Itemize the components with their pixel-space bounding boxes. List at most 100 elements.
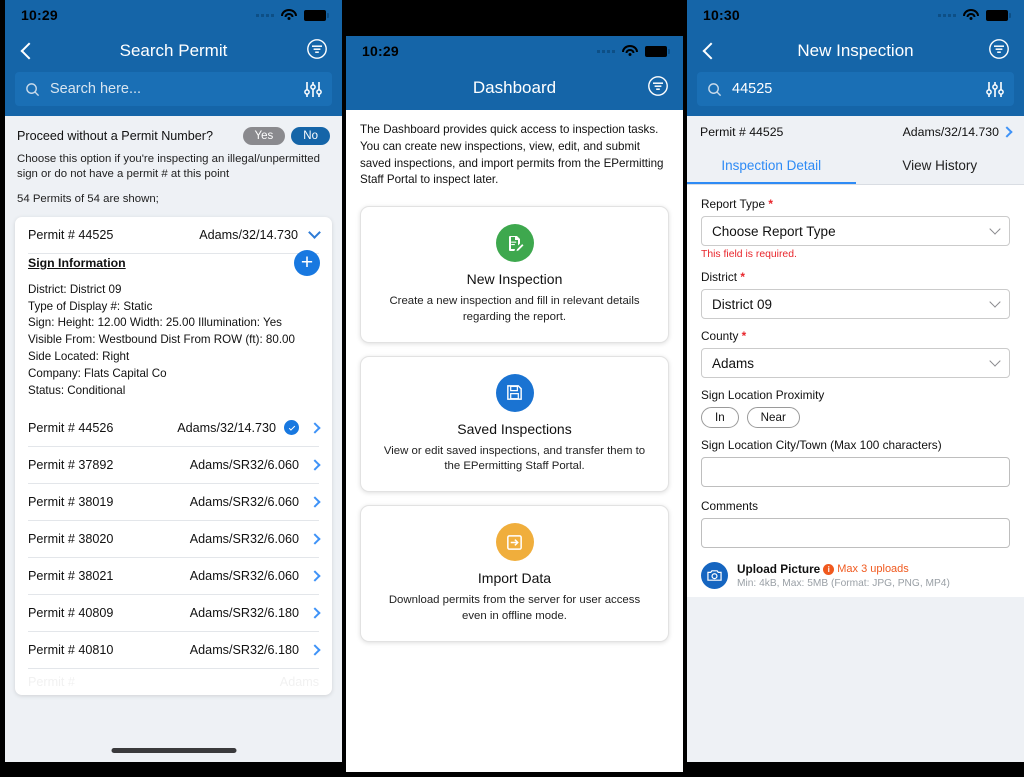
upload-constraints: Min: 4kB, Max: 5MB (Format: JPG, PNG, MP… <box>737 578 950 589</box>
import-data-icon <box>495 523 534 562</box>
permit-number: Permit # 38019 <box>28 495 114 510</box>
permit-count-text: 54 Permits of 54 are shown; <box>17 192 159 205</box>
back-icon[interactable] <box>702 42 720 60</box>
tab-inspection-detail[interactable]: Inspection Detail <box>687 148 856 184</box>
sliders-icon[interactable] <box>304 81 322 98</box>
table-row[interactable]: Permit # 38020 Adams/SR32/6.060 <box>15 521 332 557</box>
battery-icon <box>645 45 670 57</box>
upload-title: Upload Picture <box>737 562 821 576</box>
district-select[interactable]: District 09 <box>701 289 1010 319</box>
sliders-icon[interactable] <box>986 81 1004 98</box>
sign-information-detail: + Sign Information District: District 09… <box>15 249 332 410</box>
card-new-inspection[interactable]: New Inspection Create a new inspection a… <box>360 206 669 343</box>
status-icons <box>938 9 1011 21</box>
chevron-right-icon[interactable] <box>309 607 321 620</box>
card-import-data[interactable]: Import Data Download permits from the se… <box>360 505 669 642</box>
upload-picture-row[interactable]: Upload Picture i Max 3 uploads Min: 4kB,… <box>701 562 1010 589</box>
upload-title-row: Upload Picture i Max 3 uploads <box>737 562 950 576</box>
permit-number: Permit # 44526 <box>28 420 114 435</box>
status-bar: 10:30 <box>687 0 1024 30</box>
permit-number: Permit # 38020 <box>28 532 114 547</box>
status-icons <box>597 45 670 57</box>
proceed-without-permit-notice: Proceed without a Permit Number? Yes No … <box>5 116 342 213</box>
home-indicator <box>111 748 236 753</box>
filter-circle-icon[interactable] <box>988 38 1010 65</box>
required-marker: * <box>740 270 745 284</box>
table-row[interactable]: Permit # 38021 Adams/SR32/6.060 <box>15 558 332 594</box>
county-select[interactable]: Adams <box>701 348 1010 378</box>
city-town-label: Sign Location City/Town (Max 100 charact… <box>701 438 942 452</box>
back-icon[interactable] <box>20 42 38 60</box>
nav-bar: Dashboard <box>346 66 683 110</box>
inspection-form: Report Type * Choose Report Type This fi… <box>687 185 1024 597</box>
status-icons <box>256 9 329 21</box>
no-button[interactable]: No <box>291 127 330 145</box>
permit-location: Adams/32/14.730 <box>902 125 999 139</box>
card-description: Create a new inspection and fill in rele… <box>389 295 640 323</box>
chevron-down-icon[interactable] <box>308 226 321 240</box>
notice-row: Proceed without a Permit Number? Yes No <box>17 127 330 145</box>
selected-permit-strip[interactable]: Permit # 44525 Adams/32/14.730 <box>687 116 1024 148</box>
table-row[interactable]: Permit # 38019 Adams/SR32/6.060 <box>15 484 332 520</box>
filter-circle-icon[interactable] <box>306 38 328 65</box>
yes-button[interactable]: Yes <box>242 127 286 145</box>
report-type-error: This field is required. <box>701 249 797 260</box>
card-saved-inspections[interactable]: Saved Inspections View or edit saved ins… <box>360 355 669 493</box>
table-row[interactable]: Permit # 40809 Adams/SR32/6.180 <box>15 595 332 631</box>
detail-line: Visible From: Westbound Dist From ROW (f… <box>28 333 295 347</box>
table-row[interactable]: Permit # 40810 Adams/SR32/6.180 <box>15 632 332 668</box>
add-sign-button[interactable]: + <box>294 249 320 276</box>
report-type-select[interactable]: Choose Report Type <box>701 216 1010 246</box>
permit-location: Adams/32/14.730 <box>177 420 276 435</box>
comments-input[interactable] <box>701 518 1010 548</box>
chevron-right-icon[interactable] <box>309 570 321 583</box>
search-input[interactable]: Search here... <box>50 81 294 97</box>
permit-number: Permit # 40809 <box>28 606 114 621</box>
permit-row-expanded[interactable]: Permit # 44525 Adams/32/14.730 <box>15 217 332 253</box>
district-value: District 09 <box>712 296 773 312</box>
search-bar[interactable]: 44525 <box>697 72 1014 106</box>
permit-number: Permit # 44525 <box>28 227 114 242</box>
permit-location: Adams/SR32/6.180 <box>189 643 299 658</box>
signal-icon <box>256 13 274 17</box>
chevron-right-icon[interactable] <box>309 422 321 434</box>
table-row[interactable]: Permit # 44526 Adams/32/14.730 <box>15 409 332 446</box>
chevron-right-icon[interactable] <box>309 459 321 472</box>
proximity-option-in[interactable]: In <box>701 407 739 428</box>
camera-icon <box>701 562 728 589</box>
search-results-body: Proceed without a Permit Number? Yes No … <box>5 116 342 762</box>
chevron-right-icon[interactable] <box>309 644 321 657</box>
search-bar[interactable]: Search here... <box>15 72 332 106</box>
tab-view-history[interactable]: View History <box>856 148 1024 184</box>
district-label: District * <box>701 270 745 284</box>
page-title: Dashboard <box>472 78 557 97</box>
chevron-right-icon[interactable] <box>309 533 321 546</box>
table-row[interactable]: Permit # 37892 Adams/SR32/6.060 <box>15 447 332 483</box>
screenshot-stage: 10:29 Search Permit Search here... Proce… <box>0 0 1024 777</box>
card-description: View or edit saved inspections, and tran… <box>383 444 646 473</box>
phone-panel-dashboard: 10:29 Dashboard The Dashboard provides q… <box>346 36 683 772</box>
permit-location: Adams/SR32/6.060 <box>189 458 299 473</box>
filter-circle-icon[interactable] <box>647 75 669 102</box>
table-row-partial[interactable]: Permit # Adams <box>15 669 332 695</box>
search-input[interactable]: 44525 <box>732 81 976 97</box>
city-town-input[interactable] <box>701 457 1010 487</box>
proximity-label: Sign Location Proximity <box>701 388 825 402</box>
search-icon <box>708 82 722 96</box>
county-value: Adams <box>712 355 755 371</box>
proximity-option-near[interactable]: Near <box>746 407 800 428</box>
card-title: Import Data <box>477 570 552 587</box>
permit-location: Adams/SR32/6.060 <box>189 532 299 547</box>
chevron-down-icon <box>989 355 1001 367</box>
chevron-down-icon <box>989 296 1001 308</box>
dashboard-intro: The Dashboard provides quick access to i… <box>360 123 664 187</box>
chevron-right-icon[interactable] <box>309 496 321 509</box>
save-disk-icon <box>495 373 534 412</box>
chevron-right-icon[interactable] <box>1001 126 1013 138</box>
status-bar: 10:29 <box>346 36 683 66</box>
detail-line: Company: Flats Capital Co <box>28 366 167 380</box>
search-bar-wrap: Search here... <box>5 72 342 116</box>
battery-icon <box>986 9 1011 21</box>
permit-list-card: Permit # 44525 Adams/32/14.730 + Sign In… <box>15 216 332 696</box>
nav-bar: Search Permit <box>5 30 342 72</box>
